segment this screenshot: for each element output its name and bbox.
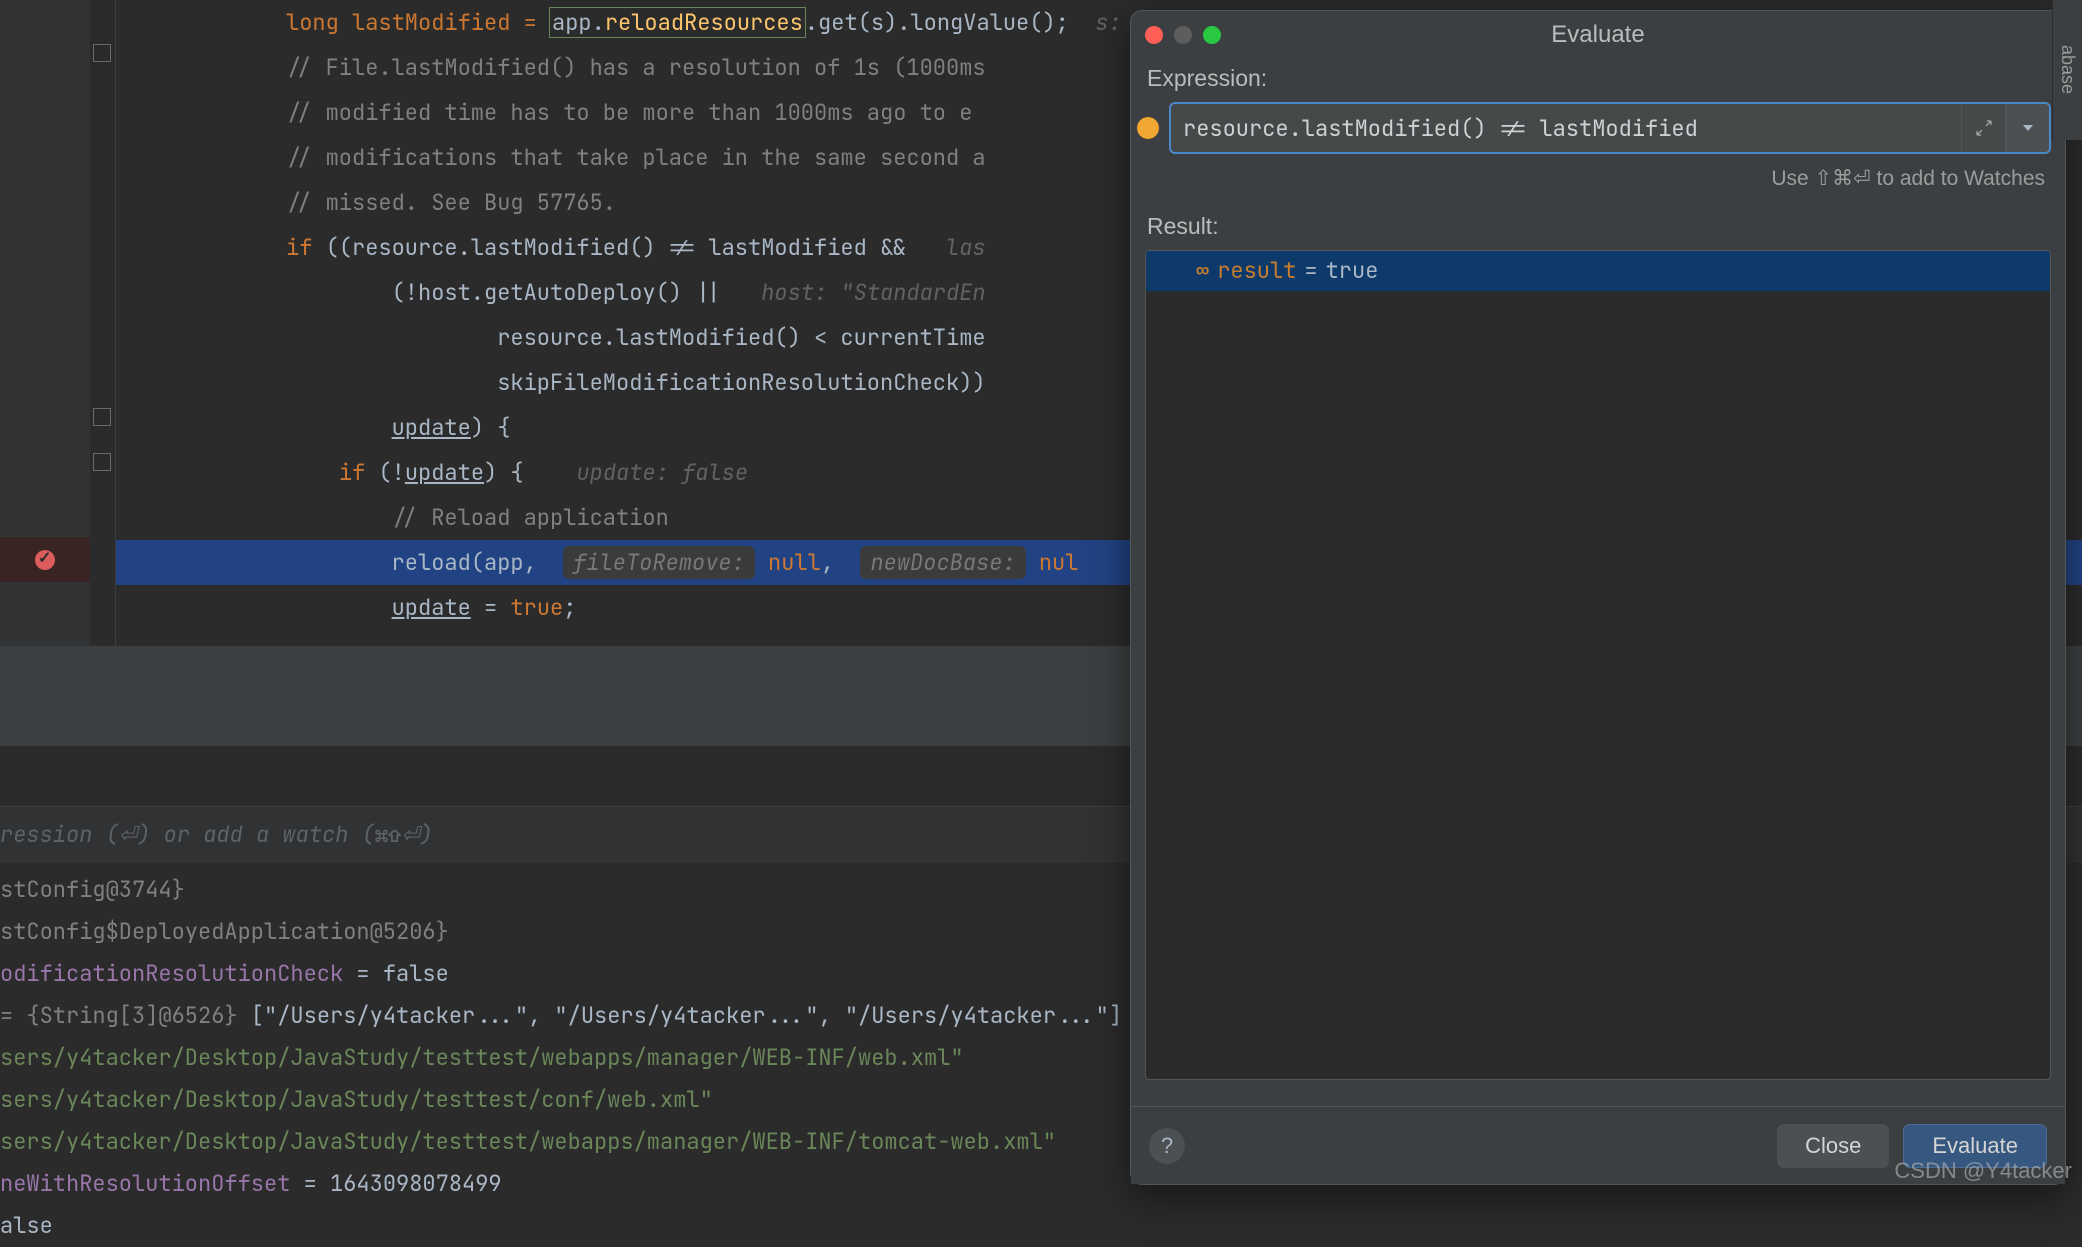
text: (!host.getAutoDeploy() ||: [286, 278, 722, 307]
zoom-icon[interactable]: [1203, 26, 1221, 44]
breakpoint-icon: [35, 550, 55, 570]
gutter: [0, 0, 90, 646]
expression-input[interactable]: [1171, 104, 1961, 152]
text: .get(s).longValue();: [805, 8, 1069, 37]
param-hint: fileToRemove:: [563, 546, 755, 579]
result-tree[interactable]: ∞ result = true: [1145, 250, 2051, 1080]
result-row[interactable]: ∞ result = true: [1146, 251, 2050, 291]
inline-hint: update: false: [576, 458, 748, 487]
text: long lastModified =: [286, 8, 550, 37]
result-label: Result:: [1147, 213, 2051, 240]
inline-hint: host: "StandardEn: [761, 278, 985, 307]
side-tab-database[interactable]: abase: [2052, 0, 2082, 140]
dialog-title: Evaluate: [1145, 21, 2051, 49]
intention-bulb-icon[interactable]: [1137, 117, 1159, 139]
expand-icon[interactable]: [1961, 104, 2005, 152]
minimize-icon[interactable]: [1174, 26, 1192, 44]
expression-label: Expression:: [1147, 65, 2051, 92]
result-name: result: [1217, 251, 1296, 291]
history-dropdown[interactable]: [2005, 104, 2049, 152]
dialog-titlebar[interactable]: Evaluate: [1131, 11, 2065, 59]
fold-marker[interactable]: [93, 408, 111, 426]
close-button[interactable]: Close: [1777, 1124, 1889, 1168]
watermark: CSDN @Y4tacker: [1894, 1158, 2072, 1184]
text: app: [552, 8, 592, 37]
comment: // File.lastModified() has a resolution …: [286, 53, 986, 82]
comment: // Reload application: [286, 503, 669, 532]
text: update: [392, 593, 471, 622]
link-icon: ∞: [1196, 251, 1209, 291]
expression-field-wrap: [1169, 102, 2051, 154]
var-row[interactable]: alse: [0, 1205, 2082, 1247]
shortcut-hint: Use ⇧⌘⏎ to add to Watches: [1145, 166, 2045, 191]
breakpoint-marker[interactable]: [0, 537, 90, 582]
text: .: [592, 8, 605, 37]
param-hint: newDocBase:: [860, 546, 1025, 579]
help-button[interactable]: ?: [1149, 1128, 1185, 1164]
value: null: [768, 548, 821, 577]
result-value: true: [1326, 251, 1379, 291]
value: nul: [1039, 548, 1079, 577]
inline-hint: las: [946, 233, 986, 262]
fold-column: [90, 0, 116, 646]
comment: // modifications that take place in the …: [286, 143, 986, 172]
close-icon[interactable]: [1145, 26, 1163, 44]
text: resource.lastModified() < currentTime: [286, 323, 986, 352]
comment: // missed. See Bug 57765.: [286, 188, 616, 217]
text: reloadResources: [605, 8, 803, 37]
evaluate-dialog: Evaluate Expression: Use ⇧⌘⏎ to add to W…: [1130, 10, 2066, 1185]
text: =: [1304, 251, 1317, 291]
fold-marker[interactable]: [93, 44, 111, 62]
text: skipFileModificationResolutionCheck)): [286, 368, 986, 397]
window-controls: [1145, 26, 1221, 44]
comment: // modified time has to be more than 100…: [286, 98, 972, 127]
keyword: true: [510, 593, 563, 622]
fold-marker[interactable]: [93, 453, 111, 471]
